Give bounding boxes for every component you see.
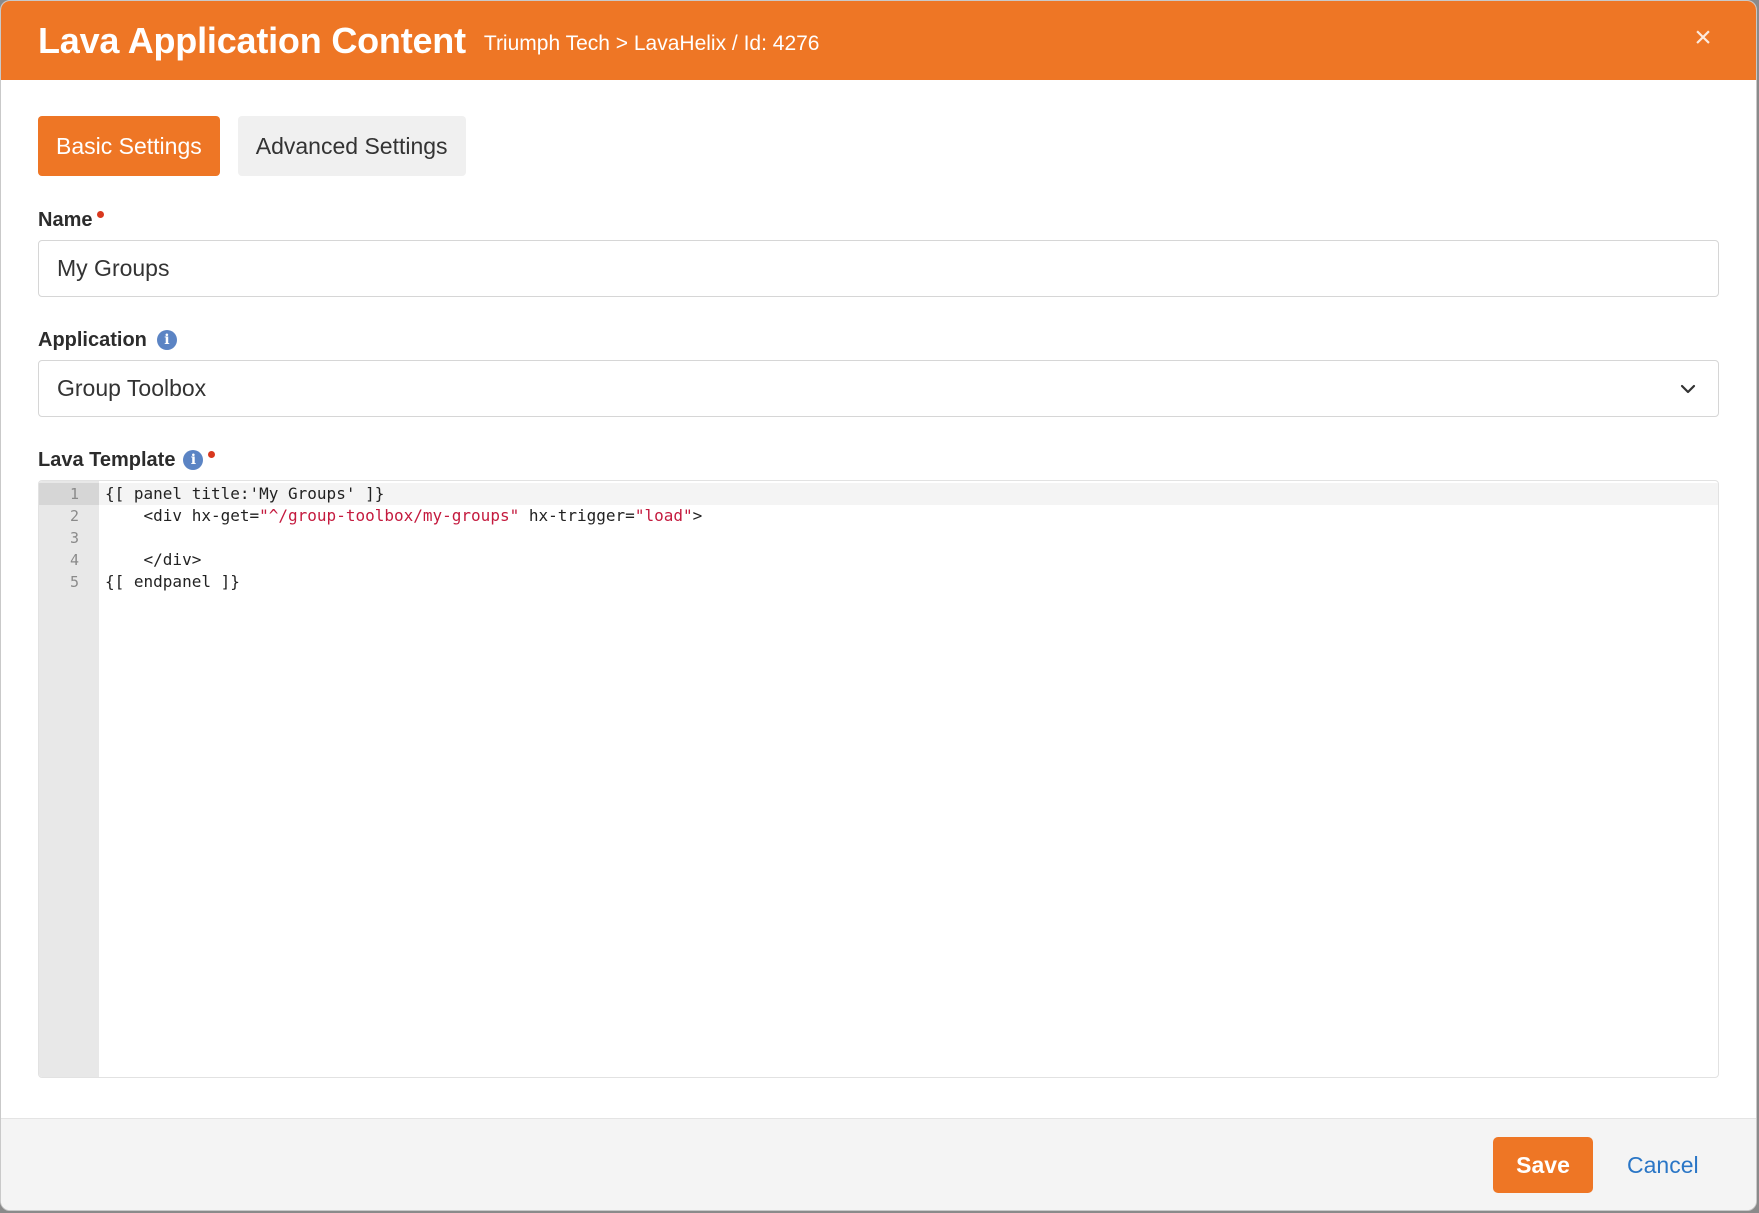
- code-token: hx-trigger=: [519, 506, 635, 525]
- code-line: </div>: [99, 549, 1718, 571]
- line-number: 1: [39, 483, 99, 505]
- dialog-subtitle: Triumph Tech > LavaHelix / Id: 4276: [483, 31, 820, 55]
- name-label-row: Name: [38, 207, 1719, 233]
- code-token: <div hx-get=: [105, 506, 260, 525]
- code-string-token: "^/group-toolbox/my-groups": [259, 506, 520, 525]
- name-label: Name: [38, 208, 93, 231]
- lava-template-label-row: Lava Template i: [38, 447, 1719, 473]
- name-input[interactable]: My Groups: [38, 240, 1719, 297]
- code-string-token: "load": [634, 506, 693, 525]
- code-token: </div>: [105, 550, 202, 569]
- code-token: >: [692, 506, 703, 525]
- application-form-group: Application i Group Toolbox: [38, 327, 1719, 417]
- lava-template-label: Lava Template: [38, 448, 176, 471]
- name-form-group: Name My Groups: [38, 207, 1719, 297]
- cancel-button[interactable]: Cancel: [1627, 1137, 1699, 1193]
- info-icon[interactable]: i: [156, 330, 177, 350]
- dialog-header: Lava Application Content Triumph Tech > …: [1, 1, 1756, 80]
- required-indicator: [97, 210, 105, 218]
- application-select[interactable]: Group Toolbox: [38, 360, 1719, 417]
- lava-template-code-editor[interactable]: 1 2 3 4 5 {[ panel title:'My Groups' ]} <div…: [38, 480, 1719, 1078]
- line-number: 5: [69, 573, 79, 591]
- line-number: 4: [69, 551, 79, 569]
- code-area[interactable]: {[ panel title:'My Groups' ]} <div hx-ge…: [99, 481, 1718, 1077]
- close-icon[interactable]: ×: [1688, 23, 1718, 53]
- line-number: 3: [69, 529, 79, 547]
- required-indicator: [208, 450, 216, 458]
- application-label: Application: [38, 328, 147, 351]
- line-number-gutter: 1 2 3 4 5: [39, 481, 99, 1077]
- code-token: {[ panel title:'My Groups' ]}: [105, 484, 385, 503]
- save-button[interactable]: Save: [1493, 1137, 1593, 1193]
- tab-basic-settings[interactable]: Basic Settings: [38, 116, 220, 176]
- code-line: {[ panel title:'My Groups' ]}: [99, 483, 1718, 505]
- dialog-footer: Save Cancel: [1, 1118, 1756, 1210]
- chevron-down-icon: [1680, 384, 1696, 394]
- dialog-body: Basic Settings Advanced Settings Name My…: [1, 80, 1756, 1078]
- application-label-row: Application i: [38, 327, 1719, 353]
- application-select-value: Group Toolbox: [57, 375, 207, 401]
- line-number: 2: [69, 507, 79, 525]
- settings-tabs: Basic Settings Advanced Settings: [38, 116, 1719, 176]
- lava-template-form-group: Lava Template i 1 2 3 4 5 {[ panel title:'My…: [38, 447, 1719, 1078]
- tab-advanced-settings[interactable]: Advanced Settings: [237, 116, 466, 176]
- code-token: {[ endpanel ]}: [105, 572, 240, 591]
- code-line: {[ endpanel ]}: [99, 571, 1718, 593]
- lava-application-content-dialog: Lava Application Content Triumph Tech > …: [0, 0, 1757, 1211]
- dialog-title: Lava Application Content: [38, 19, 466, 61]
- name-input-value: My Groups: [57, 255, 170, 281]
- code-line: <div hx-get="^/group-toolbox/my-groups" …: [99, 505, 1718, 527]
- info-icon[interactable]: i: [183, 450, 204, 470]
